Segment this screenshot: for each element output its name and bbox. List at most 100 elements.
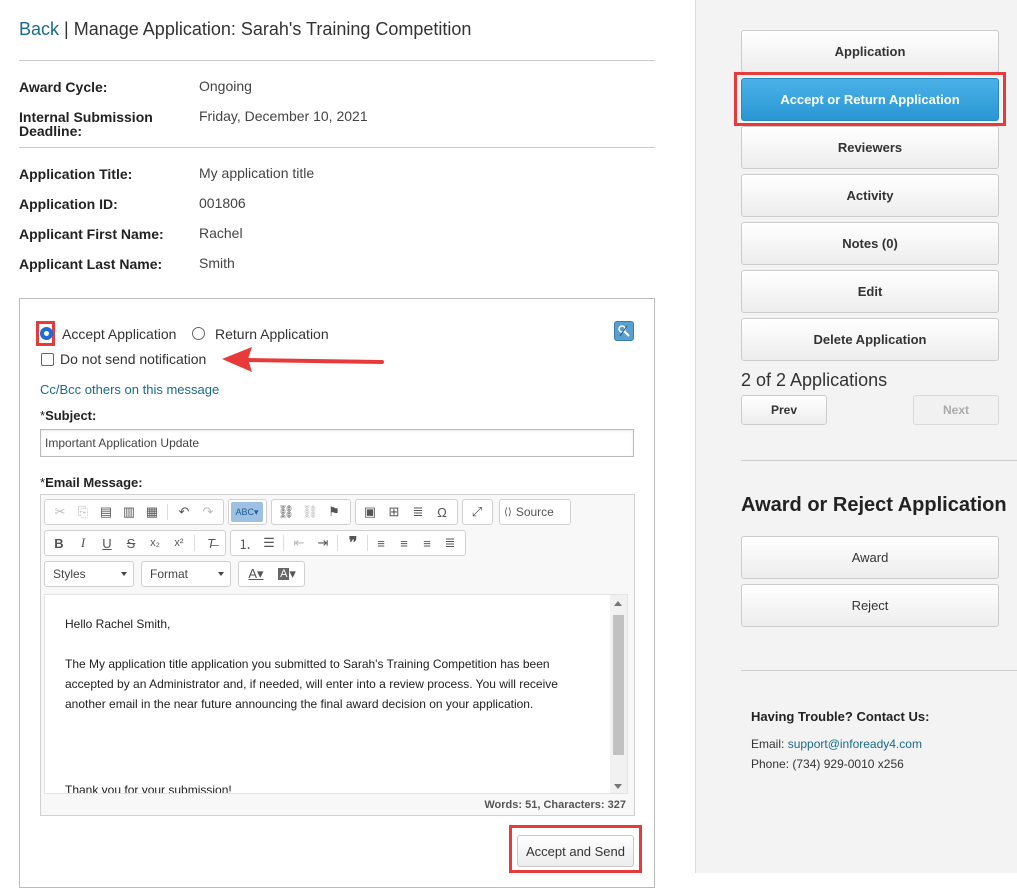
scroll-down-icon[interactable] xyxy=(614,784,622,789)
blockquote-icon[interactable]: ❞ xyxy=(342,533,364,553)
paste-icon[interactable]: ▤ xyxy=(95,502,117,522)
do-not-send-checkbox[interactable] xyxy=(41,353,54,366)
italic-icon[interactable]: I xyxy=(72,533,94,553)
source-label: Source xyxy=(515,505,554,519)
decision-form: Accept Application Return Application Do… xyxy=(19,298,655,888)
horizontal-line-icon[interactable]: ≣ xyxy=(407,502,429,522)
subscript-icon[interactable]: x₂ xyxy=(144,533,166,553)
accept-return-button[interactable]: Accept or Return Application xyxy=(741,78,999,121)
divider xyxy=(19,60,655,61)
bold-icon[interactable]: B xyxy=(48,533,70,553)
reject-button[interactable]: Reject xyxy=(741,584,999,627)
color-toolbar-group: A▾ A ▾ xyxy=(238,561,305,587)
back-link[interactable]: Back xyxy=(19,19,59,39)
justify-icon[interactable]: ≣ xyxy=(439,533,461,553)
email-message-editor[interactable]: Hello Rachel Smith, The My application t… xyxy=(44,594,628,794)
message-body: The My application title application you… xyxy=(65,657,558,711)
subject-label-text: Subject: xyxy=(45,408,97,423)
sidebar: Application Accept or Return Application… xyxy=(695,0,1017,873)
deadline-value: Friday, December 10, 2021 xyxy=(199,108,368,124)
insert-toolbar-group: ▣ ⊞ ≣ Ω xyxy=(355,499,458,525)
award-cycle-value: Ongoing xyxy=(199,78,252,94)
styles-dropdown[interactable]: Styles xyxy=(44,561,134,587)
spellcheck-toolbar-group: ABC▾ xyxy=(228,499,267,525)
rich-text-editor: ✂ ⎘ ▤ ▥ ▦ ↶ ↷ ABC▾ ⛓ ⛓ ⚑ ▣ ⊞ ≣ Ω ⤢ ⟨⟩ So… xyxy=(40,494,635,816)
source-icon: ⟨⟩ xyxy=(504,506,512,518)
accept-radio-label[interactable]: Accept Application xyxy=(62,326,176,342)
award-button[interactable]: Award xyxy=(741,536,999,579)
application-id-label: Application ID: xyxy=(19,196,118,212)
image-icon[interactable]: ▣ xyxy=(359,502,381,522)
divider xyxy=(741,670,1017,671)
numbered-list-icon[interactable]: ⒈ xyxy=(234,533,256,553)
indent-icon[interactable]: ⇥ xyxy=(312,533,334,553)
source-button[interactable]: ⟨⟩ Source xyxy=(504,502,568,522)
accept-and-send-button[interactable]: Accept and Send xyxy=(517,835,634,867)
paste-text-icon[interactable]: ▥ xyxy=(118,502,140,522)
format-dropdown-label: Format xyxy=(150,567,189,581)
outdent-icon[interactable]: ⇤ xyxy=(288,533,310,553)
activity-button[interactable]: Activity xyxy=(741,174,999,217)
strikethrough-icon[interactable]: S xyxy=(120,533,142,553)
notes-button[interactable]: Notes (0) xyxy=(741,222,999,265)
underline-icon[interactable]: U xyxy=(96,533,118,553)
subject-label: *Subject: xyxy=(40,408,96,423)
message-greeting: Hello Rachel Smith, xyxy=(65,617,171,631)
support-email-link[interactable]: support@infoready4.com xyxy=(788,737,922,751)
undo-icon[interactable]: ↶ xyxy=(173,502,195,522)
trouble-heading: Having Trouble? Contact Us: xyxy=(751,709,930,724)
do-not-send-label[interactable]: Do not send notification xyxy=(60,351,206,367)
application-button[interactable]: Application xyxy=(741,30,999,73)
remove-format-icon[interactable]: T̶ xyxy=(200,533,222,553)
align-center-icon[interactable]: ≡ xyxy=(393,533,415,553)
superscript-icon[interactable]: x² xyxy=(168,533,190,553)
return-radio[interactable] xyxy=(192,327,205,340)
bulleted-list-icon[interactable]: ☰ xyxy=(258,533,280,553)
format-dropdown[interactable]: Format xyxy=(141,561,231,587)
message-closing: Thank you for your submission! xyxy=(65,783,232,794)
toolbar-separator xyxy=(283,535,284,551)
contact-phone: Phone: (734) 929-0010 x256 xyxy=(751,757,904,771)
application-title-label: Application Title: xyxy=(19,166,133,182)
redo-icon[interactable]: ↷ xyxy=(197,502,219,522)
subject-input[interactable] xyxy=(40,429,634,457)
editor-scrollbar[interactable] xyxy=(610,595,627,793)
spellcheck-settings-icon[interactable] xyxy=(614,321,634,341)
anchor-flag-icon[interactable]: ⚑ xyxy=(323,502,345,522)
maximize-icon[interactable]: ⤢ xyxy=(466,502,488,522)
background-color-icon[interactable]: A ▾ xyxy=(273,564,301,584)
align-right-icon[interactable]: ≡ xyxy=(416,533,438,553)
text-color-icon[interactable]: A▾ xyxy=(243,564,269,584)
toolbar-separator xyxy=(194,535,195,551)
source-toolbar-group[interactable]: ⟨⟩ Source xyxy=(499,499,571,525)
main-panel: Back | Manage Application: Sarah's Train… xyxy=(0,0,695,888)
edit-button[interactable]: Edit xyxy=(741,270,999,313)
application-id-value: 001806 xyxy=(199,195,246,211)
divider xyxy=(741,460,1017,461)
link-icon[interactable]: ⛓ xyxy=(275,502,297,522)
copy-icon[interactable]: ⎘ xyxy=(72,502,94,522)
table-icon[interactable]: ⊞ xyxy=(383,502,405,522)
divider xyxy=(19,147,655,148)
maximize-toolbar-group: ⤢ xyxy=(462,499,493,525)
page-heading: Manage Application: Sarah's Training Com… xyxy=(73,19,472,39)
styles-dropdown-label: Styles xyxy=(53,567,86,581)
paste-word-icon[interactable]: ▦ xyxy=(141,502,163,522)
prev-button[interactable]: Prev xyxy=(741,395,827,425)
last-name-value: Smith xyxy=(199,255,235,271)
scrollbar-thumb[interactable] xyxy=(613,615,624,755)
align-left-icon[interactable]: ≡ xyxy=(370,533,392,553)
return-radio-label[interactable]: Return Application xyxy=(215,326,329,342)
spellcheck-icon[interactable]: ABC▾ xyxy=(231,502,263,522)
special-character-icon[interactable]: Ω xyxy=(431,502,453,522)
unlink-icon[interactable]: ⛓ xyxy=(299,502,321,522)
award-section-title: Award or Reject Application xyxy=(741,494,1007,516)
next-button[interactable]: Next xyxy=(913,395,999,425)
cc-bcc-link[interactable]: Cc/Bcc others on this message xyxy=(40,382,219,397)
toolbar-separator xyxy=(337,535,338,551)
reviewers-button[interactable]: Reviewers xyxy=(741,126,999,169)
scroll-up-icon[interactable] xyxy=(614,601,622,606)
accept-radio[interactable] xyxy=(40,327,53,340)
cut-icon[interactable]: ✂ xyxy=(49,502,71,522)
delete-application-button[interactable]: Delete Application xyxy=(741,318,999,361)
